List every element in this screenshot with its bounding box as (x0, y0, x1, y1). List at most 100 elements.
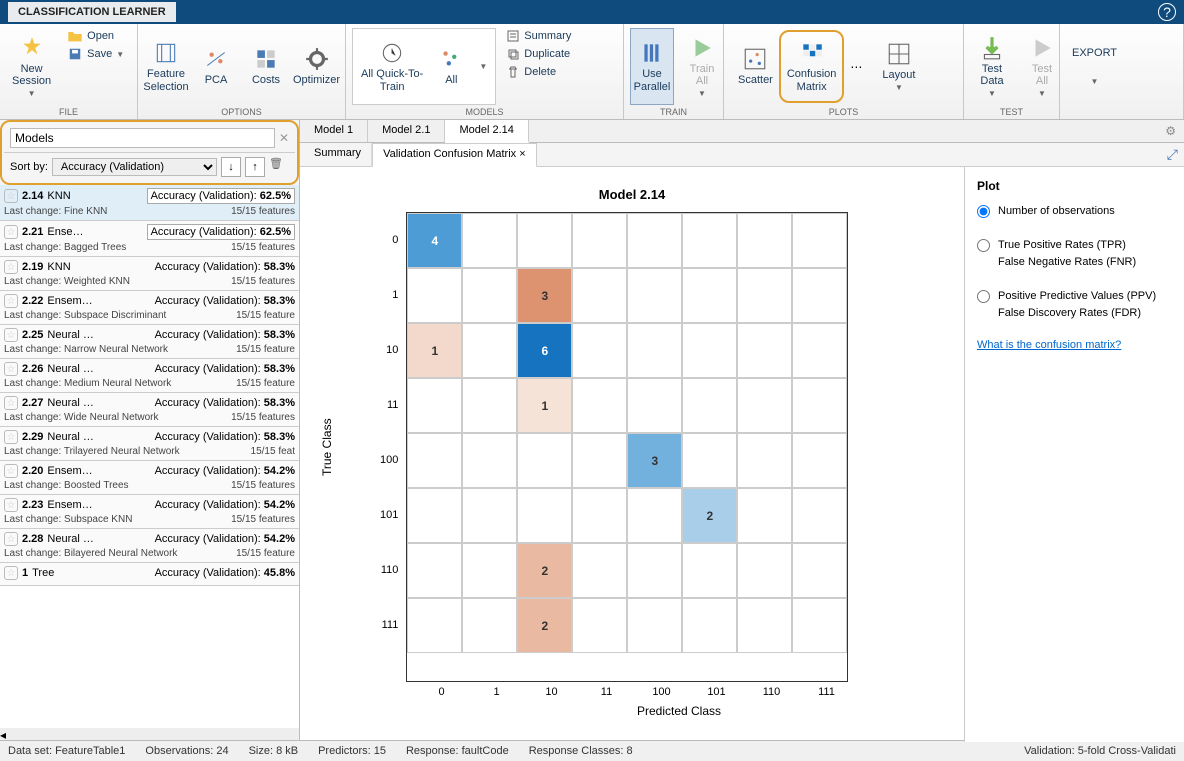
model-item[interactable]: ☆2.26 Neural …Accuracy (Validation): 58.… (0, 359, 299, 393)
model-item[interactable]: ☆1 TreeAccuracy (Validation): 45.8% (0, 563, 299, 586)
tab-model-2-14[interactable]: Model 2.14 (445, 120, 528, 143)
cm-cell: 6 (517, 323, 572, 378)
model-item[interactable]: ☆2.28 Neural …Accuracy (Validation): 54.… (0, 529, 299, 563)
all-button[interactable]: All (429, 31, 473, 102)
status-bar: Data set: FeatureTable1 Observations: 24… (0, 740, 1184, 761)
delete-button[interactable]: Delete (502, 64, 575, 80)
star-icon[interactable]: ☆ (4, 294, 18, 308)
new-session-button[interactable]: NewSession▼ (6, 28, 57, 105)
cm-cell (462, 433, 517, 488)
cm-cell: 2 (682, 488, 737, 543)
x-tick: 100 (634, 682, 689, 698)
open-button[interactable]: Open (63, 28, 128, 44)
star-icon[interactable]: ☆ (4, 328, 18, 342)
model-item[interactable]: ☆2.27 Neural …Accuracy (Validation): 58.… (0, 393, 299, 427)
cm-cell (407, 543, 462, 598)
scatter-button[interactable]: Scatter (732, 30, 779, 103)
use-parallel-button[interactable]: UseParallel (630, 28, 674, 105)
cm-cell (407, 268, 462, 323)
subtab-confusion[interactable]: Validation Confusion Matrix × (372, 143, 537, 167)
duplicate-button[interactable]: Duplicate (502, 46, 575, 62)
trash-icon[interactable]: 🗑 (269, 157, 289, 177)
costs-button[interactable]: Costs (244, 28, 288, 105)
model-gallery-dropdown[interactable]: ▼ (473, 31, 493, 102)
train-all-button[interactable]: TrainAll▼ (680, 28, 724, 105)
help-icon[interactable]: ? (1158, 3, 1176, 21)
model-item[interactable]: ☆2.25 Neural …Accuracy (Validation): 58.… (0, 325, 299, 359)
star-icon[interactable]: ☆ (4, 464, 18, 478)
model-item[interactable]: ☆2.14 KNNAccuracy (Validation): 62.5%Las… (0, 185, 299, 221)
radio-ppv-fdr[interactable] (977, 290, 990, 303)
cm-cell (407, 488, 462, 543)
star-icon[interactable]: ☆ (4, 260, 18, 274)
cm-cell: 1 (407, 323, 462, 378)
sort-asc-button[interactable]: ↓ (221, 157, 241, 177)
cm-cell (792, 433, 847, 488)
all-quick-train-button[interactable]: All Quick-To-Train (355, 31, 429, 102)
document-tabs: Model 1 Model 2.1 Model 2.14 ⚙ (300, 120, 1184, 143)
star-icon[interactable]: ☆ (4, 498, 18, 512)
status-size: Size: 8 kB (249, 745, 299, 757)
cm-cell (682, 268, 737, 323)
cm-cell (682, 543, 737, 598)
model-item[interactable]: ☆2.21 Ense…Accuracy (Validation): 62.5%L… (0, 221, 299, 257)
sub-tabs: Summary Validation Confusion Matrix × ⤢ (300, 143, 1184, 167)
model-item[interactable]: ☆2.19 KNNAccuracy (Validation): 58.3%Las… (0, 257, 299, 291)
model-list[interactable]: ☆2.14 KNNAccuracy (Validation): 62.5%Las… (0, 185, 299, 728)
cm-cell (737, 378, 792, 433)
cm-cell (792, 213, 847, 268)
cm-cell (407, 598, 462, 653)
cm-cell (627, 543, 682, 598)
pca-button[interactable]: PCA (194, 28, 238, 105)
x-tick: 110 (744, 682, 799, 698)
radio-num-obs[interactable] (977, 205, 990, 218)
sort-select[interactable]: Accuracy (Validation) (52, 158, 217, 176)
star-icon[interactable]: ☆ (4, 532, 18, 546)
summary-button[interactable]: Summary (502, 28, 575, 44)
feature-selection-button[interactable]: FeatureSelection (144, 28, 188, 105)
save-button[interactable]: Save ▼ (63, 46, 128, 62)
help-link[interactable]: What is the confusion matrix? (977, 339, 1172, 351)
confusion-matrix-button[interactable]: ConfusionMatrix (779, 30, 845, 103)
test-all-button[interactable]: TestAll▼ (1020, 28, 1064, 105)
model-item[interactable]: ☆2.23 Ensem…Accuracy (Validation): 54.2%… (0, 495, 299, 529)
expand-icon[interactable]: ⤢ (1161, 143, 1184, 166)
group-options-label: OPTIONS (144, 105, 339, 119)
export-button[interactable]: EXPORT▼ (1066, 28, 1123, 105)
cm-cell (737, 543, 792, 598)
layout-button[interactable]: Layout▼ (876, 28, 921, 105)
cm-cell (572, 543, 627, 598)
star-icon[interactable]: ☆ (4, 189, 18, 203)
tab-gear-icon[interactable]: ⚙ (1157, 120, 1184, 142)
tab-model-1[interactable]: Model 1 (300, 120, 368, 142)
model-item[interactable]: ☆2.22 Ensem…Accuracy (Validation): 58.3%… (0, 291, 299, 325)
y-axis-label: True Class (320, 212, 334, 682)
star-icon[interactable]: ☆ (4, 396, 18, 410)
plots-gallery-dropdown[interactable]: ⋯ (844, 30, 868, 103)
y-tick: 10 (380, 322, 406, 377)
tab-model-2-1[interactable]: Model 2.1 (368, 120, 445, 142)
star-icon[interactable]: ☆ (4, 225, 18, 239)
cm-cell: 4 (407, 213, 462, 268)
sort-desc-button[interactable]: ↑ (245, 157, 265, 177)
test-data-button[interactable]: TestData▼ (970, 28, 1014, 105)
cm-cell (462, 543, 517, 598)
star-icon[interactable]: ☆ (4, 362, 18, 376)
model-item[interactable]: ☆2.20 Ensem…Accuracy (Validation): 54.2%… (0, 461, 299, 495)
cm-cell (627, 378, 682, 433)
cm-cell (682, 598, 737, 653)
cm-cell: 3 (517, 268, 572, 323)
app-tab[interactable]: CLASSIFICATION LEARNER (8, 2, 176, 22)
model-item[interactable]: ☆2.29 Neural …Accuracy (Validation): 58.… (0, 427, 299, 461)
cm-cell (737, 488, 792, 543)
radio-tpr-fnr[interactable] (977, 239, 990, 252)
optimizer-button[interactable]: Optimizer (294, 28, 339, 105)
subtab-summary[interactable]: Summary (304, 143, 372, 166)
star-icon[interactable]: ☆ (4, 566, 18, 580)
clear-search-icon[interactable]: ✕ (279, 131, 289, 145)
cm-cell (407, 433, 462, 488)
x-tick: 111 (799, 682, 854, 698)
models-search-input[interactable] (10, 128, 275, 148)
cm-cell (462, 488, 517, 543)
star-icon[interactable]: ☆ (4, 430, 18, 444)
